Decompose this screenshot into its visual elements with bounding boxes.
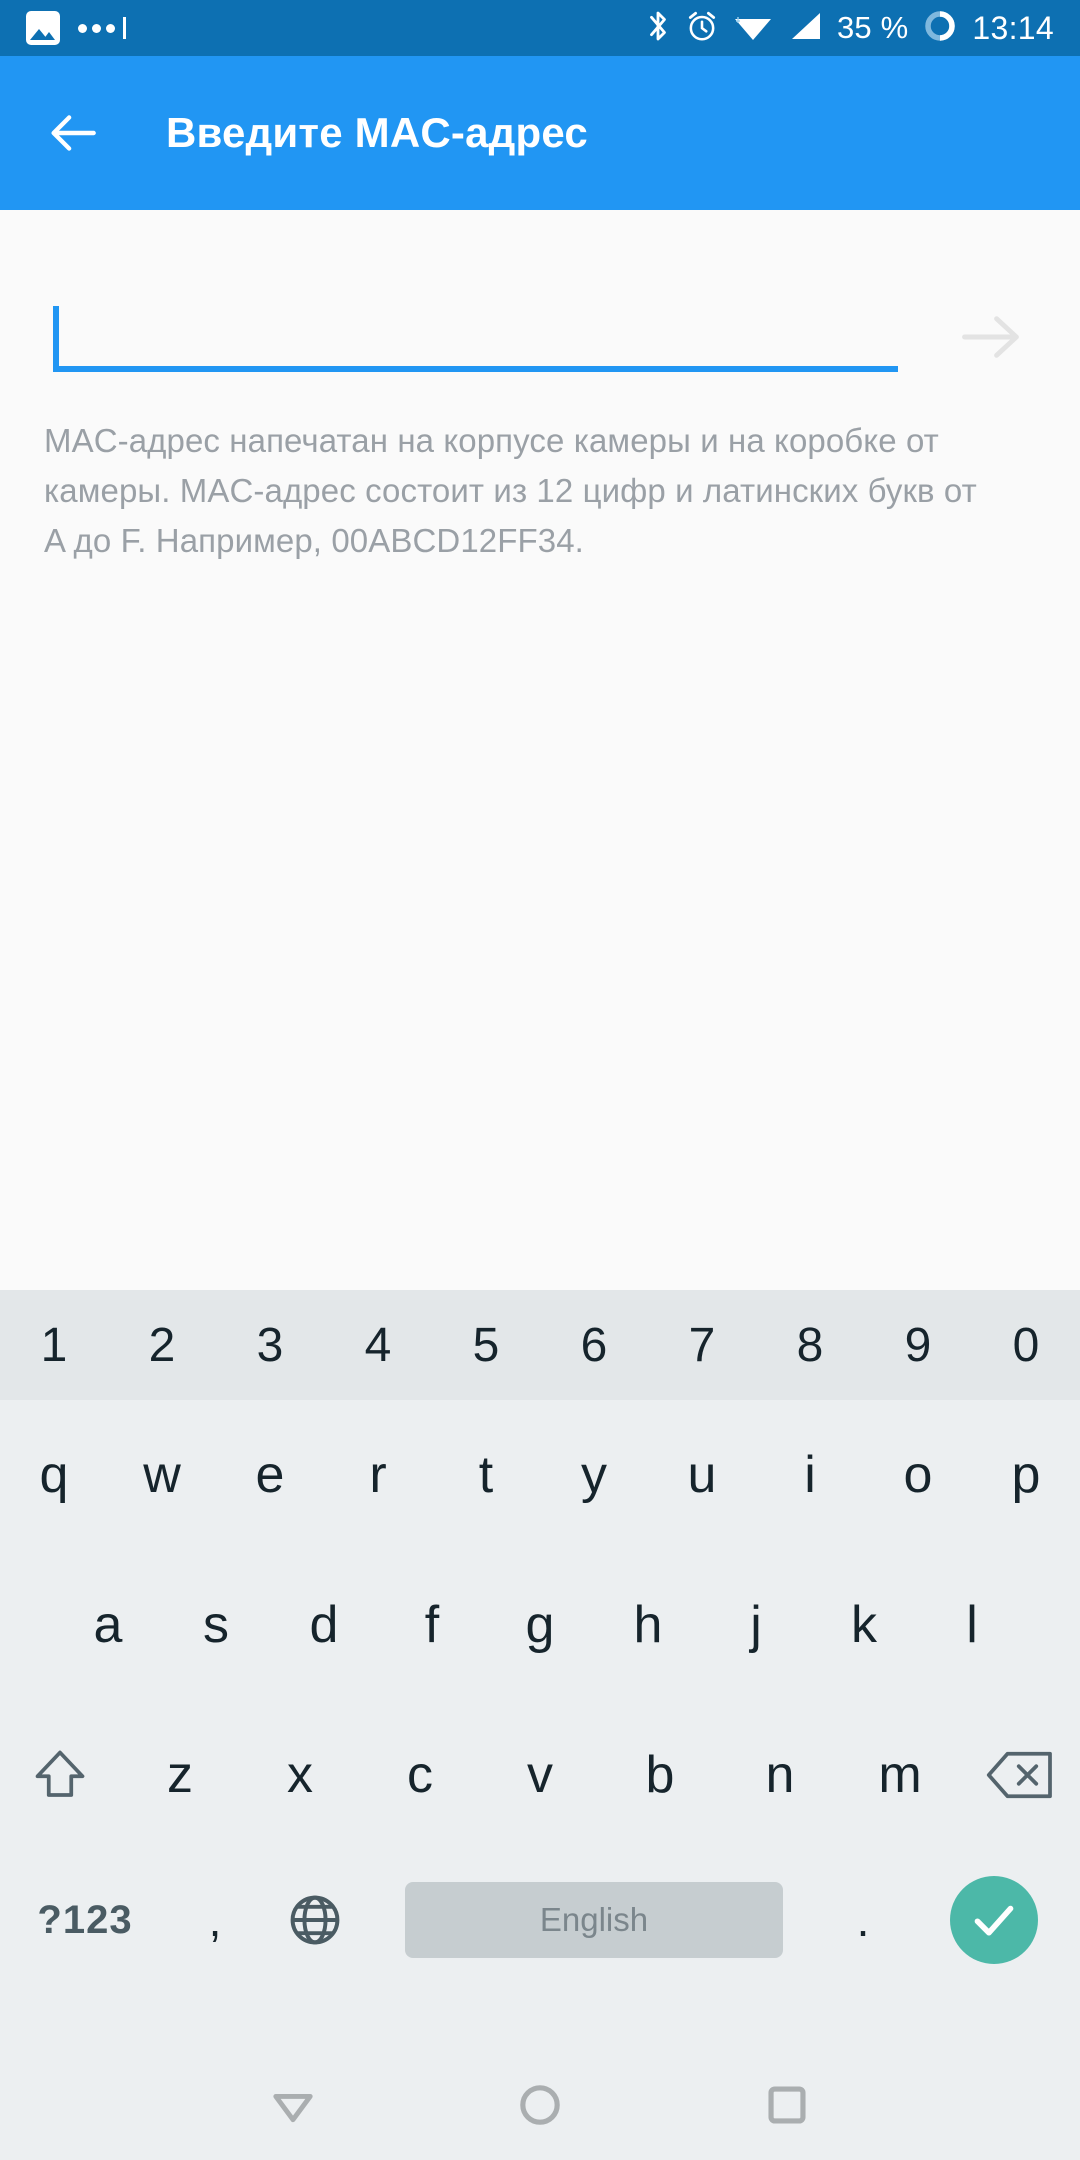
period-key[interactable]: . <box>818 1850 908 1990</box>
key-h[interactable]: h <box>594 1550 702 1700</box>
key-k[interactable]: k <box>810 1550 918 1700</box>
status-bar-right-icons: 35 % 13:14 <box>645 8 1054 49</box>
key-5[interactable]: 5 <box>432 1290 540 1400</box>
key-v[interactable]: v <box>480 1700 600 1850</box>
image-notification-icon <box>26 11 60 45</box>
key-g[interactable]: g <box>486 1550 594 1700</box>
comma-key[interactable]: , <box>170 1850 260 1990</box>
arrow-forward-icon[interactable] <box>955 308 1029 366</box>
key-a[interactable]: a <box>54 1550 162 1700</box>
input-underline <box>53 366 898 372</box>
spacebar-key[interactable]: English <box>405 1882 783 1958</box>
status-bar: 35 % 13:14 <box>0 0 1080 56</box>
status-bar-left-icons <box>26 11 645 45</box>
key-2[interactable]: 2 <box>108 1290 216 1400</box>
home-circle-icon[interactable] <box>505 2070 575 2140</box>
wifi-icon <box>733 9 773 48</box>
key-n[interactable]: n <box>720 1700 840 1850</box>
back-down-triangle-icon[interactable] <box>258 2070 328 2140</box>
arrow-back-icon[interactable] <box>42 102 104 164</box>
alarm-icon <box>685 8 719 49</box>
keyboard-row-numbers: 1 2 3 4 5 6 7 8 9 0 <box>0 1290 1080 1400</box>
key-o[interactable]: o <box>864 1400 972 1550</box>
more-notifications-dots <box>78 17 126 39</box>
battery-percent-label: 35 % <box>836 10 909 45</box>
keyboard-row-bottom: ?123 , English . <box>0 1850 1080 1990</box>
key-r[interactable]: r <box>324 1400 432 1550</box>
key-t[interactable]: t <box>432 1400 540 1550</box>
text-caret <box>53 306 59 366</box>
backspace-icon[interactable] <box>960 1700 1080 1850</box>
shift-icon[interactable] <box>0 1700 120 1850</box>
key-z[interactable]: z <box>120 1700 240 1850</box>
key-e[interactable]: e <box>216 1400 324 1550</box>
page-title: Введите MAC-адрес <box>166 109 588 156</box>
key-i[interactable]: i <box>756 1400 864 1550</box>
key-3[interactable]: 3 <box>216 1290 324 1400</box>
keyboard-row-qwerty: q w e r t y u i o p <box>0 1400 1080 1550</box>
key-l[interactable]: l <box>918 1550 1026 1700</box>
key-4[interactable]: 4 <box>324 1290 432 1400</box>
keyboard-row-zxcv: z x c v b n m <box>0 1700 1080 1850</box>
key-p[interactable]: p <box>972 1400 1080 1550</box>
app-toolbar: Введите MAC-адрес <box>0 56 1080 210</box>
battery-ring-icon <box>922 8 958 49</box>
key-7[interactable]: 7 <box>648 1290 756 1400</box>
key-m[interactable]: m <box>840 1700 960 1850</box>
keyboard-row-asdf: a s d f g h j k l <box>0 1550 1080 1700</box>
key-1[interactable]: 1 <box>0 1290 108 1400</box>
mac-address-hint-text: MAC-адрес напечатан на корпусе камеры и … <box>44 422 977 559</box>
cellular-signal-icon <box>787 9 823 48</box>
on-screen-keyboard: 1 2 3 4 5 6 7 8 9 0 q w e r t y u i o p … <box>0 1290 1080 2050</box>
content-area: MAC-адрес напечатан на корпусе камеры и … <box>0 210 1080 1290</box>
check-icon[interactable] <box>950 1876 1038 1964</box>
language-globe-icon[interactable] <box>260 1891 370 1949</box>
key-c[interactable]: c <box>360 1700 480 1850</box>
symbols-key[interactable]: ?123 <box>0 1898 170 1943</box>
key-y[interactable]: y <box>540 1400 648 1550</box>
mac-address-field-wrapper[interactable] <box>53 296 898 372</box>
status-bar-clock: 13:14 <box>972 9 1054 46</box>
key-q[interactable]: q <box>0 1400 108 1550</box>
mac-address-input[interactable] <box>67 304 887 366</box>
key-8[interactable]: 8 <box>756 1290 864 1400</box>
key-j[interactable]: j <box>702 1550 810 1700</box>
key-x[interactable]: x <box>240 1700 360 1850</box>
key-d[interactable]: d <box>270 1550 378 1700</box>
system-navigation-bar <box>0 2050 1080 2160</box>
key-w[interactable]: w <box>108 1400 216 1550</box>
key-s[interactable]: s <box>162 1550 270 1700</box>
key-b[interactable]: b <box>600 1700 720 1850</box>
bluetooth-icon <box>645 8 671 49</box>
enter-key[interactable] <box>908 1876 1080 1964</box>
key-f[interactable]: f <box>378 1550 486 1700</box>
recents-square-icon[interactable] <box>752 2070 822 2140</box>
key-u[interactable]: u <box>648 1400 756 1550</box>
key-6[interactable]: 6 <box>540 1290 648 1400</box>
key-0[interactable]: 0 <box>972 1290 1080 1400</box>
key-9[interactable]: 9 <box>864 1290 972 1400</box>
phone-screen: 35 % 13:14 Введите MAC-адрес MAC-адрес н… <box>0 0 1080 2160</box>
